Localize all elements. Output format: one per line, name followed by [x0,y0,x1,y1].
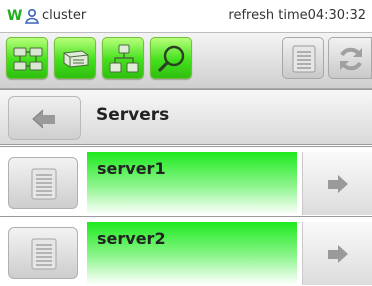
list-icon [31,238,57,270]
forward-arrow-icon [328,175,348,193]
search-button[interactable] [150,37,192,79]
server-open-button[interactable] [302,222,372,285]
server-menu-button[interactable] [8,227,78,279]
servers-button[interactable] [6,37,48,79]
server-open-button[interactable] [302,152,372,215]
search-icon [158,45,185,72]
app-logo: W [7,8,23,24]
page-title: Servers [96,105,170,125]
server-name-cell[interactable]: server1 [87,152,297,215]
server-row: server2 [0,216,372,286]
status-bar: W cluster refresh time04:30:32 [0,0,372,32]
network-button[interactable] [102,37,144,79]
server-single-icon [63,50,89,68]
list-icon [31,168,57,200]
refresh-icon [340,47,362,71]
server-button[interactable] [54,37,96,79]
refresh-button[interactable] [328,37,372,79]
network-tree-icon [109,44,139,73]
server-menu-button[interactable] [8,157,78,209]
server-name-cell[interactable]: server2 [87,222,297,285]
list-icon [292,45,316,73]
back-button[interactable] [8,96,81,140]
back-arrow-icon [32,109,55,129]
toolbar [0,32,372,89]
user-icon [24,8,40,24]
forward-arrow-icon [328,245,348,263]
list-view-button[interactable] [282,37,324,79]
server-row: server1 [0,146,372,216]
cluster-label: cluster [42,8,87,23]
server-name: server2 [97,229,166,248]
server-name: server1 [97,159,166,178]
refresh-time-label: refresh time04:30:32 [228,8,366,23]
servers-icon [13,47,43,71]
header-row: Servers [0,89,372,145]
